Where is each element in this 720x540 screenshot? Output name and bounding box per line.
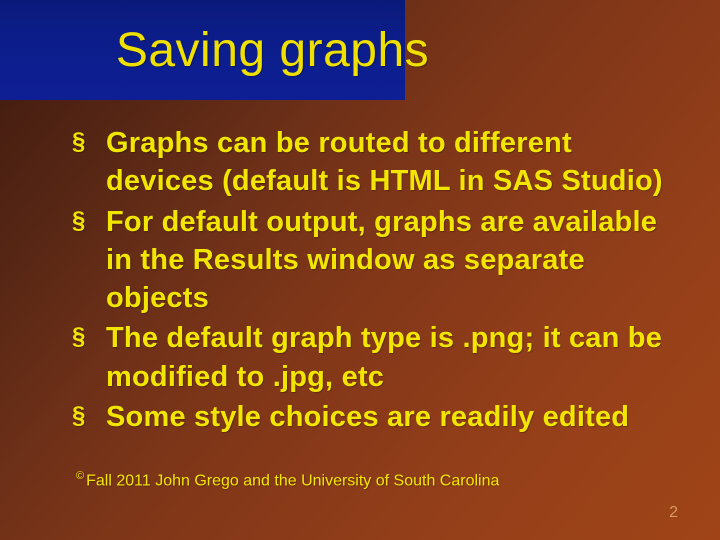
list-item: For default output, graphs are available… xyxy=(72,203,682,318)
bullet-list: Graphs can be routed to different device… xyxy=(72,124,682,438)
copyright-text: Fall 2011 John Grego and the University … xyxy=(86,472,499,489)
list-item: The default graph type is .png; it can b… xyxy=(72,319,682,396)
slide-title: Saving graphs xyxy=(116,23,429,78)
list-item: Graphs can be routed to different device… xyxy=(72,124,682,201)
copyright-line: ©Fall 2011 John Grego and the University… xyxy=(76,470,499,490)
copyright-symbol: © xyxy=(76,470,84,482)
page-number: 2 xyxy=(669,504,678,522)
title-banner: Saving graphs xyxy=(0,0,405,100)
list-item: Some style choices are readily edited xyxy=(72,398,682,436)
